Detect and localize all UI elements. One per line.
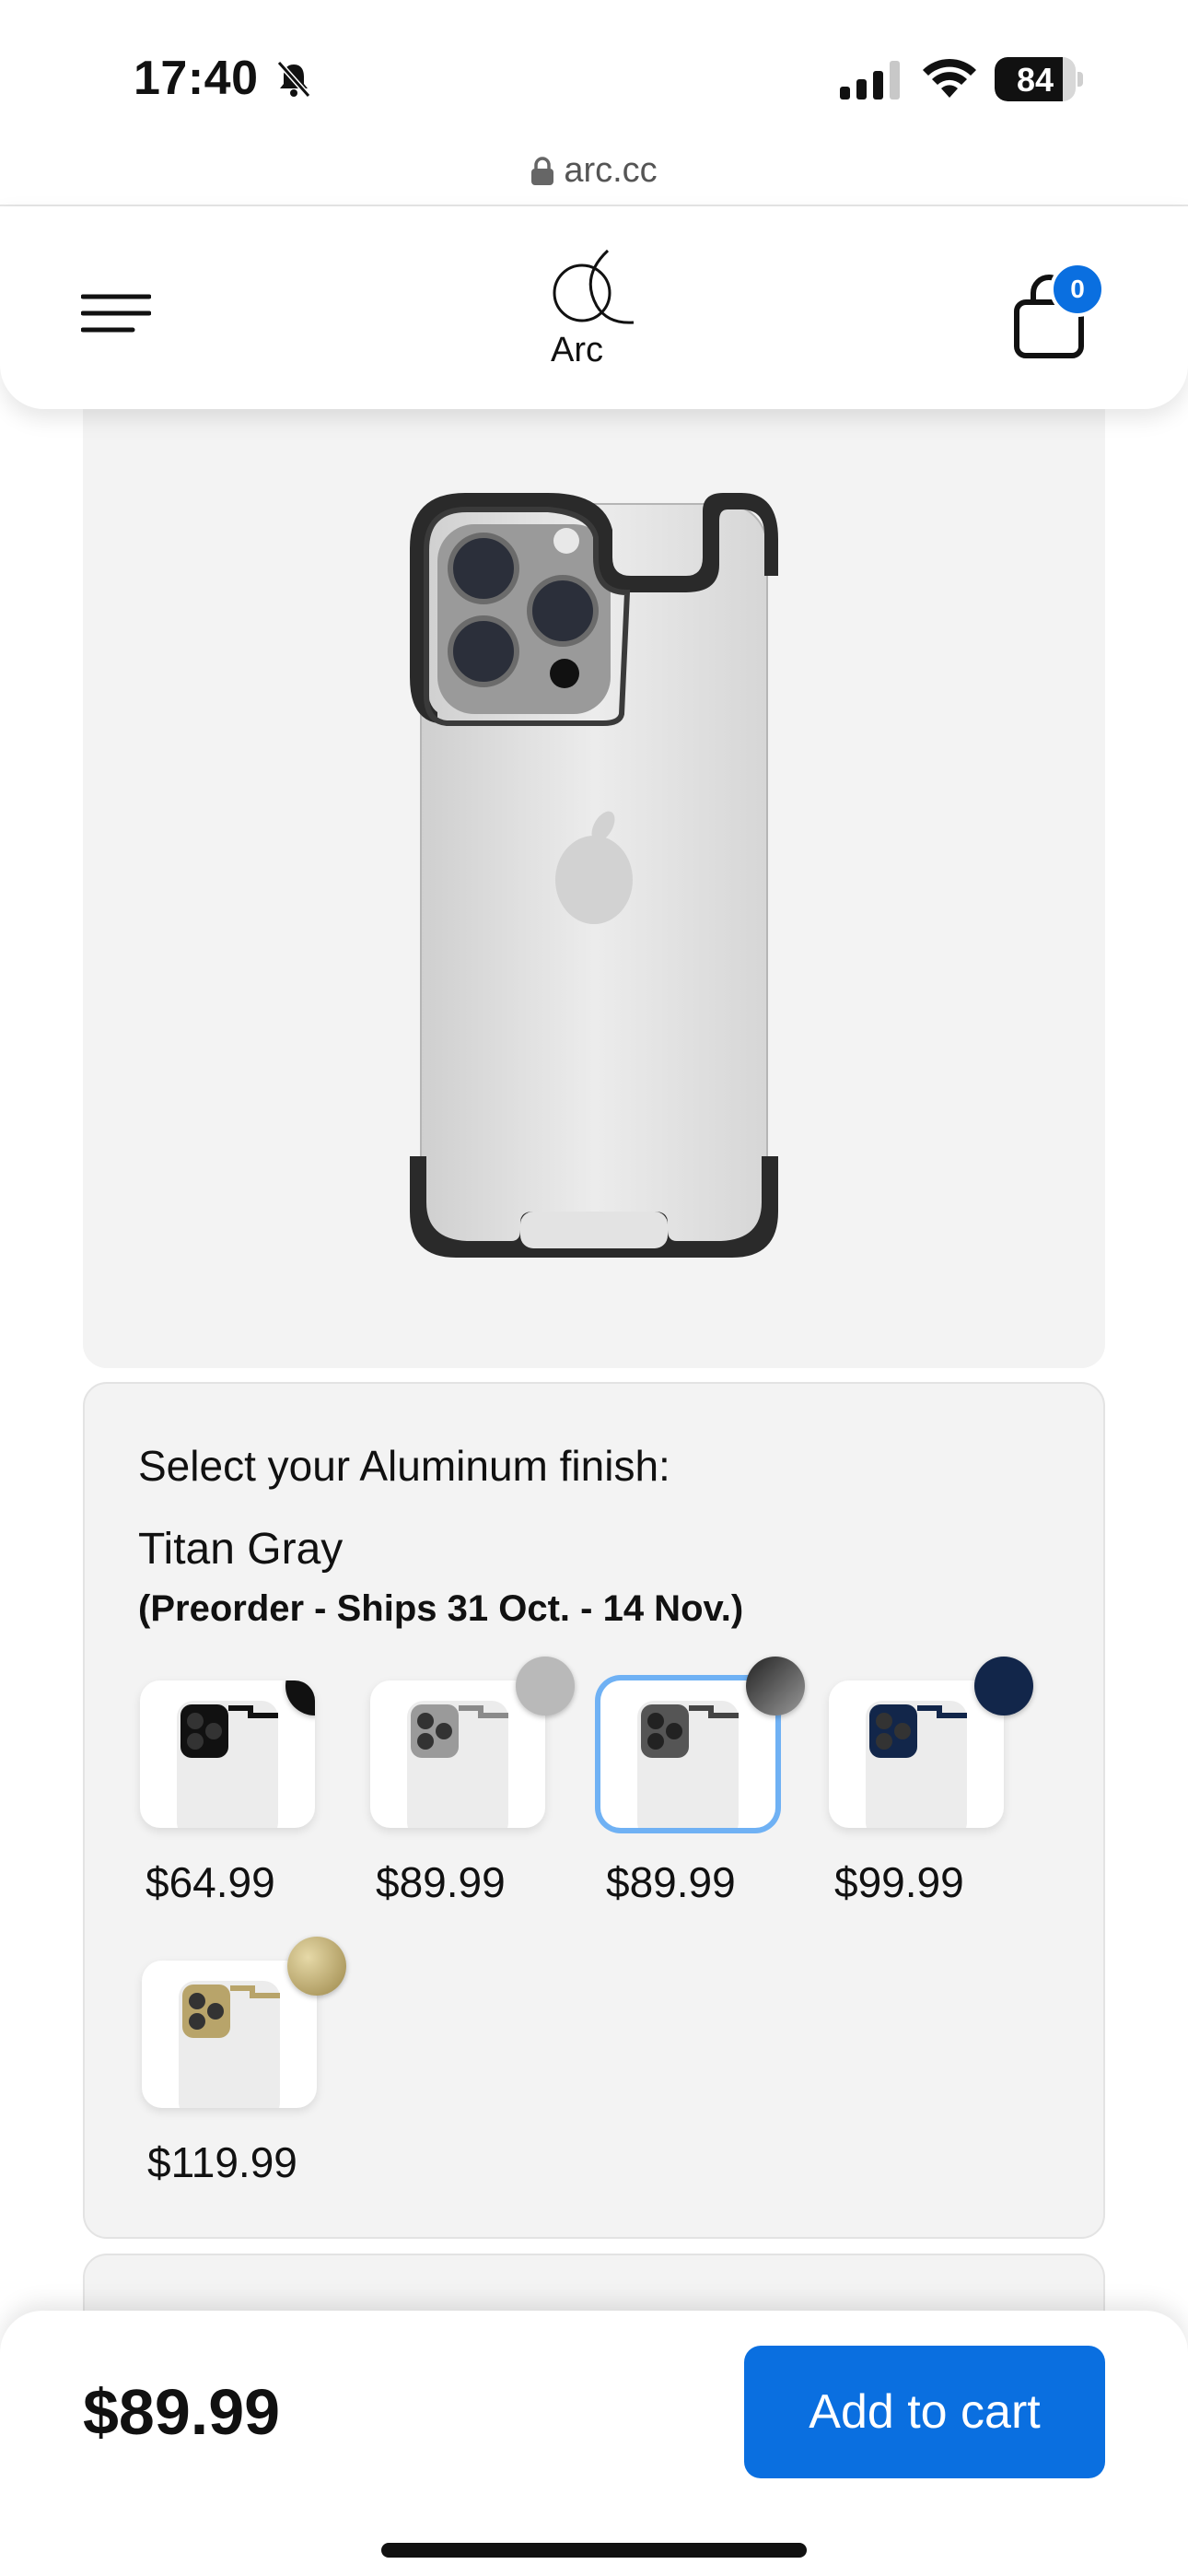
phone-thumbnail-icon bbox=[866, 1701, 967, 1828]
finish-option[interactable]: $64.99 bbox=[140, 1680, 315, 1906]
add-to-cart-button[interactable]: Add to cart bbox=[744, 2346, 1105, 2478]
arc-logo-mark-icon: Arc bbox=[551, 249, 635, 369]
finish-thumbnail[interactable] bbox=[829, 1680, 1004, 1828]
finish-price: $89.99 bbox=[376, 1858, 506, 1906]
color-dot bbox=[746, 1657, 805, 1715]
cellular-signal-icon bbox=[840, 61, 900, 100]
product-phone-image[interactable] bbox=[410, 493, 778, 1258]
color-dot bbox=[287, 1937, 346, 1996]
finish-option[interactable]: $89.99 bbox=[370, 1657, 575, 1906]
finish-selector-card: Select your Aluminum finish: Titan Gray … bbox=[83, 1382, 1105, 2239]
finish-thumbnail[interactable] bbox=[600, 1680, 775, 1828]
site-header: Arc 0 bbox=[0, 206, 1188, 409]
purchase-bar: $89.99 Add to cart bbox=[0, 2311, 1188, 2576]
finish-option-selected[interactable]: $89.99 bbox=[600, 1657, 805, 1906]
finish-option[interactable]: $119.99 bbox=[142, 1937, 346, 2186]
finish-price: $64.99 bbox=[146, 1858, 275, 1906]
status-bar: 17:40 84 bbox=[0, 0, 1188, 147]
finish-label: Select your Aluminum finish: bbox=[138, 1442, 670, 1490]
shipping-note: (Preorder - Ships 31 Oct. - 14 Nov.) bbox=[138, 1588, 744, 1629]
finish-thumbnail[interactable] bbox=[142, 1961, 317, 2108]
finish-thumbnail[interactable] bbox=[370, 1680, 545, 1828]
finish-price: $89.99 bbox=[606, 1858, 736, 1906]
selected-finish-name: Titan Gray bbox=[138, 1525, 344, 1574]
url-text: arc.cc bbox=[564, 151, 658, 190]
battery-icon: 84 bbox=[995, 57, 1083, 101]
silent-bell-icon bbox=[276, 61, 311, 98]
address-bar[interactable]: arc.cc bbox=[0, 147, 1188, 205]
total-price: $89.99 bbox=[83, 2376, 281, 2448]
finish-price: $99.99 bbox=[834, 1858, 964, 1906]
finish-option[interactable]: $99.99 bbox=[829, 1657, 1033, 1906]
home-indicator[interactable] bbox=[381, 2543, 807, 2558]
arc-logo[interactable]: Arc bbox=[543, 249, 645, 369]
cart-count-badge[interactable]: 0 bbox=[1050, 262, 1105, 317]
logo-text: Arc bbox=[551, 331, 603, 369]
phone-thumbnail-icon bbox=[177, 1701, 278, 1828]
color-dot bbox=[974, 1657, 1033, 1715]
phone-thumbnail-icon bbox=[407, 1701, 508, 1828]
hamburger-menu-icon[interactable] bbox=[81, 291, 151, 335]
phone-thumbnail-icon bbox=[179, 1981, 280, 2108]
battery-percentage: 84 bbox=[1016, 61, 1054, 99]
wifi-icon bbox=[923, 58, 976, 98]
status-time: 17:40 bbox=[134, 52, 259, 105]
color-dot bbox=[516, 1657, 575, 1715]
product-image-card bbox=[83, 350, 1105, 1368]
finish-price: $119.99 bbox=[147, 2138, 297, 2186]
finish-thumbnail[interactable] bbox=[140, 1680, 315, 1828]
lock-icon bbox=[531, 156, 554, 185]
phone-thumbnail-icon bbox=[637, 1701, 739, 1828]
